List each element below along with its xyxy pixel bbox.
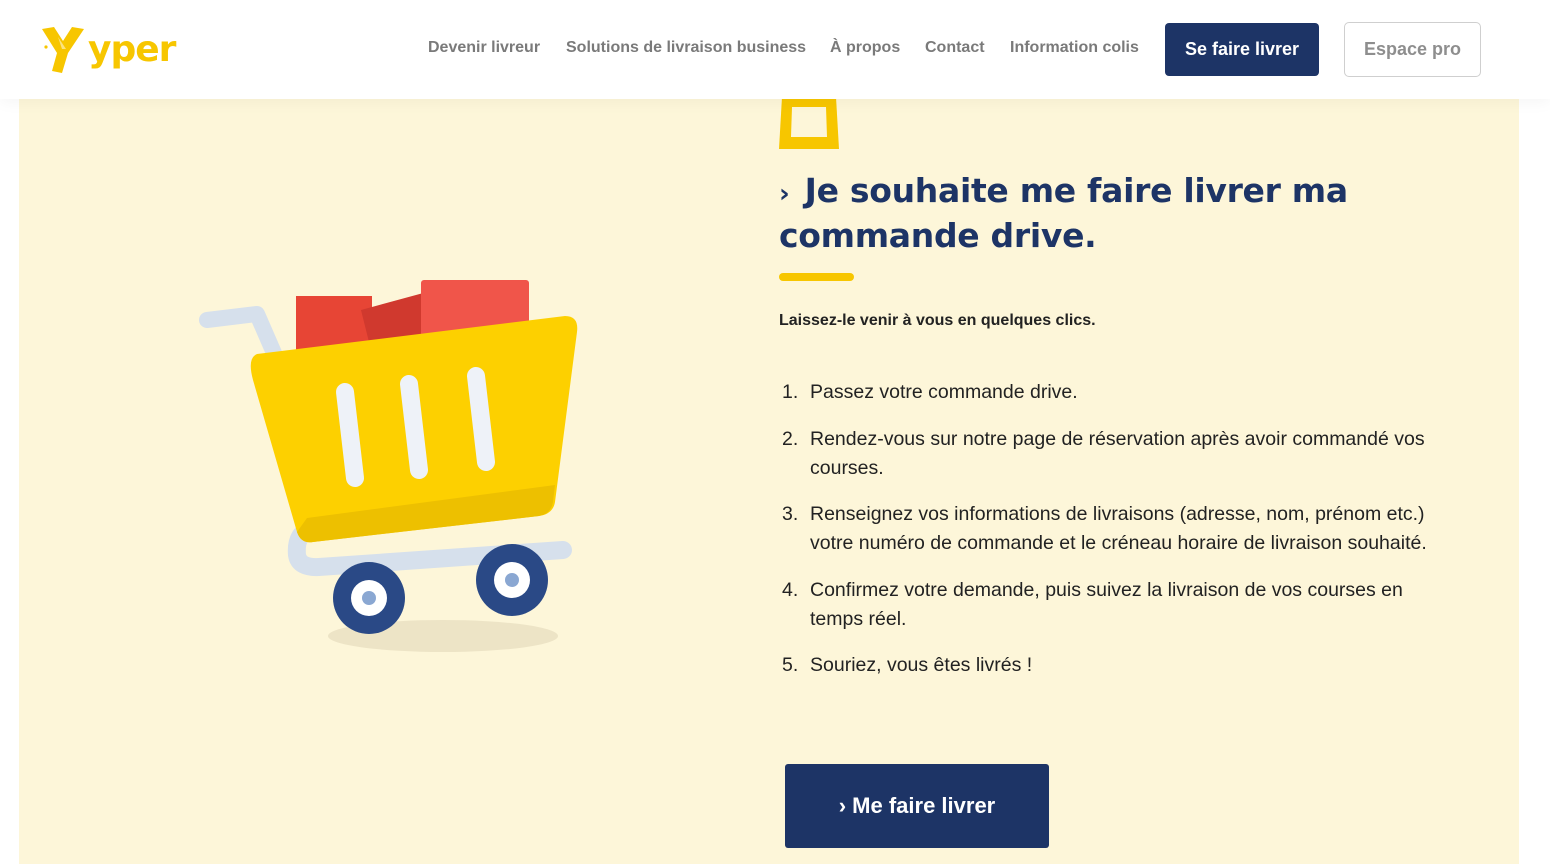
step-number: 3. <box>782 503 799 525</box>
nav-link-solutions-business[interactable]: Solutions de livraison business <box>566 39 806 57</box>
me-faire-livrer-button[interactable]: › Me faire livrer <box>785 764 1049 848</box>
se-faire-livrer-button[interactable]: Se faire livrer <box>1165 23 1319 76</box>
chevron-right-icon: › <box>779 179 790 209</box>
shopping-bag-icon <box>779 99 839 149</box>
step-text: Souriez, vous êtes livrés ! <box>810 654 1033 676</box>
logo-wordmark: yper <box>88 28 176 70</box>
nav-link-information-colis[interactable]: Information colis <box>1010 39 1139 57</box>
section-subtitle: Laissez-le venir à vous en quelques clic… <box>779 312 1096 329</box>
list-item: 1. Passez votre commande drive. <box>779 378 1459 407</box>
shopping-cart-illustration <box>199 280 578 652</box>
step-text: Rendez-vous sur notre page de réservatio… <box>810 427 1425 479</box>
list-item: 4. Confirmez votre demande, puis suivez … <box>779 576 1459 634</box>
step-text: Passez votre commande drive. <box>810 381 1078 403</box>
site-header: yper Devenir livreur Solutions de livrai… <box>0 0 1550 99</box>
step-number: 5. <box>782 654 799 676</box>
espace-pro-button[interactable]: Espace pro <box>1344 22 1481 77</box>
step-text: Confirmez votre demande, puis suivez la … <box>810 578 1403 630</box>
list-item: 2. Rendez-vous sur notre page de réserva… <box>779 425 1459 483</box>
nav-link-a-propos[interactable]: À propos <box>830 39 900 57</box>
nav-link-devenir-livreur[interactable]: Devenir livreur <box>428 39 540 57</box>
step-number: 1. <box>782 381 799 403</box>
step-text: Renseignez vos informations de livraison… <box>810 503 1427 554</box>
list-item: 5. Souriez, vous êtes livrés ! <box>779 651 1459 680</box>
steps-list: 1. Passez votre commande drive. 2. Rende… <box>779 378 1459 698</box>
page-title-text: Je souhaite me faire livrer ma commande … <box>779 171 1348 255</box>
page-title: › Je souhaite me faire livrer ma command… <box>779 170 1379 256</box>
yper-logo[interactable]: yper <box>40 22 180 76</box>
yper-logo-icon <box>42 27 84 73</box>
nav-link-contact[interactable]: Contact <box>925 39 985 57</box>
step-number: 4. <box>782 578 799 601</box>
list-item: 3. Renseignez vos informations de livrai… <box>779 500 1459 558</box>
step-number: 2. <box>782 427 799 450</box>
title-underline <box>779 273 854 281</box>
